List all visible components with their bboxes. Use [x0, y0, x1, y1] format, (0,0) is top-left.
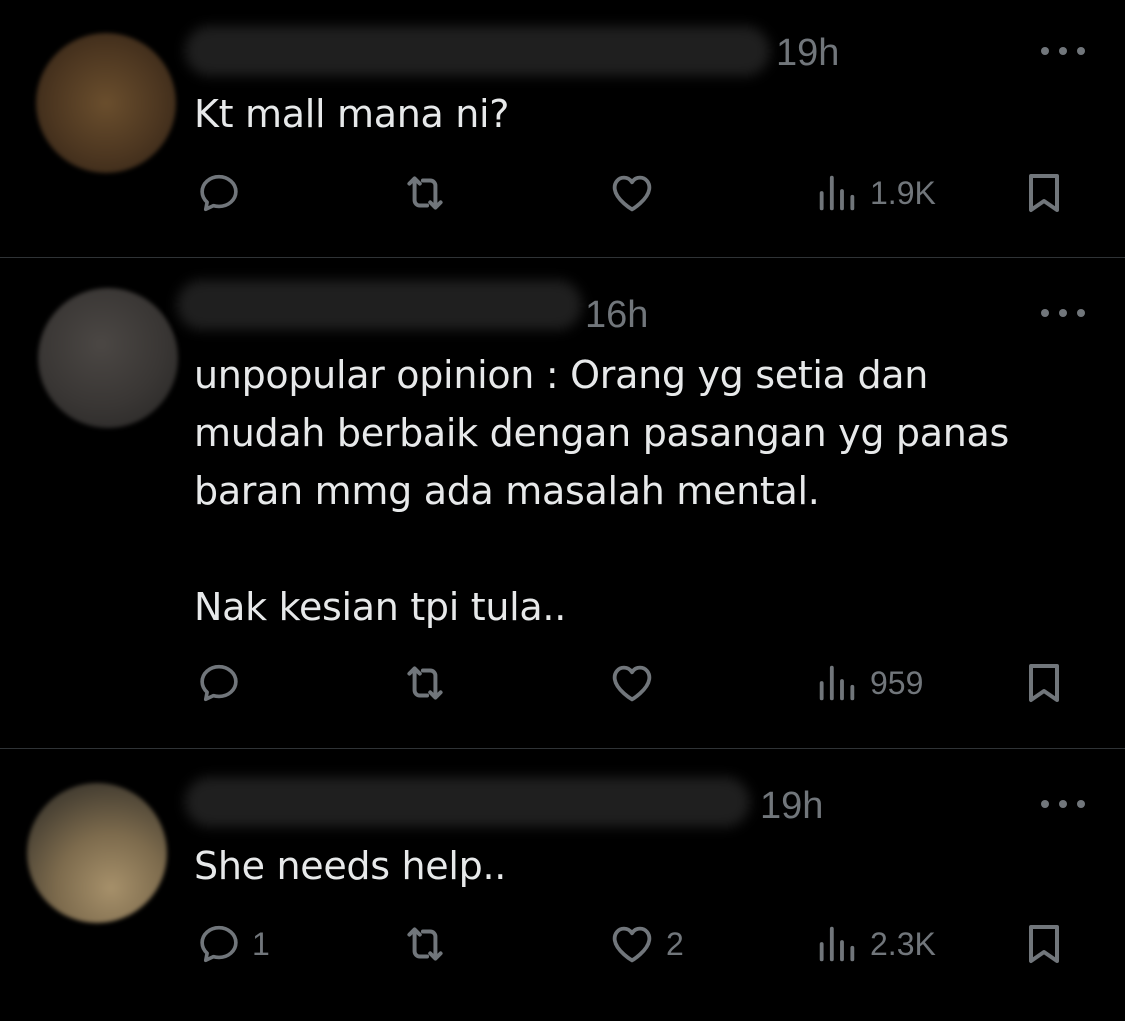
retweet-button[interactable]: [400, 919, 450, 969]
heart-icon: [608, 920, 656, 968]
view-count: 1.9K: [870, 174, 936, 211]
tweet-text: She needs help..: [194, 844, 507, 888]
like-button[interactable]: [608, 658, 666, 708]
avatar[interactable]: [38, 288, 178, 428]
views-button[interactable]: 2.3K: [814, 919, 936, 969]
reply-button[interactable]: [196, 168, 252, 218]
reply-icon: [196, 170, 242, 216]
heart-icon: [608, 169, 656, 217]
bookmark-icon: [1020, 167, 1068, 219]
retweet-button[interactable]: [400, 168, 450, 218]
reply-icon: [196, 660, 242, 706]
more-icon[interactable]: [1041, 798, 1085, 810]
retweet-icon: [400, 919, 450, 969]
like-button[interactable]: [608, 168, 666, 218]
views-icon: [814, 921, 860, 967]
bookmark-icon: [1020, 657, 1068, 709]
more-icon[interactable]: [1041, 45, 1085, 57]
tweet-time[interactable]: 19h: [776, 34, 839, 72]
view-count: 2.3K: [870, 925, 936, 962]
retweet-button[interactable]: [400, 658, 450, 708]
like-button[interactable]: 2: [608, 919, 684, 969]
more-icon[interactable]: [1041, 307, 1085, 319]
tweet-text: Kt mall mana ni?: [194, 92, 510, 136]
reply-button[interactable]: [196, 658, 252, 708]
heart-icon: [608, 659, 656, 707]
tweet-time[interactable]: 16h: [585, 296, 648, 334]
tweet-actions: 959: [0, 658, 1125, 708]
views-button[interactable]: 959: [814, 658, 923, 708]
views-button[interactable]: 1.9K: [814, 168, 936, 218]
reply-count: 1: [252, 925, 270, 962]
tweet-1[interactable]: 19h Kt mall mana ni? 1.9K: [0, 0, 1125, 257]
view-count: 959: [870, 664, 924, 701]
like-count: 2: [666, 925, 684, 962]
reply-icon: [196, 921, 242, 967]
tweet-actions: 1 2 2.3K: [0, 919, 1125, 969]
tweet-time[interactable]: 19h: [760, 787, 823, 825]
avatar[interactable]: [36, 33, 176, 173]
bookmark-button[interactable]: [1020, 168, 1068, 218]
author-name-redacted[interactable]: [185, 26, 770, 76]
views-icon: [814, 170, 860, 216]
bookmark-button[interactable]: [1020, 919, 1068, 969]
reply-button[interactable]: 1: [196, 919, 270, 969]
retweet-icon: [400, 168, 450, 218]
bookmark-button[interactable]: [1020, 658, 1068, 708]
views-icon: [814, 660, 860, 706]
tweet-2[interactable]: 16h unpopular opinion : Orang yg setia d…: [0, 258, 1125, 748]
bookmark-icon: [1020, 918, 1068, 970]
author-name-redacted[interactable]: [185, 777, 750, 827]
tweet-3[interactable]: 19h She needs help.. 1 2 2.3K: [0, 749, 1125, 1021]
retweet-icon: [400, 658, 450, 708]
author-name-redacted[interactable]: [177, 280, 582, 330]
avatar[interactable]: [27, 783, 167, 923]
tweet-actions: 1.9K: [0, 168, 1125, 218]
tweet-text: unpopular opinion : Orang yg setia dan m…: [194, 353, 1010, 629]
